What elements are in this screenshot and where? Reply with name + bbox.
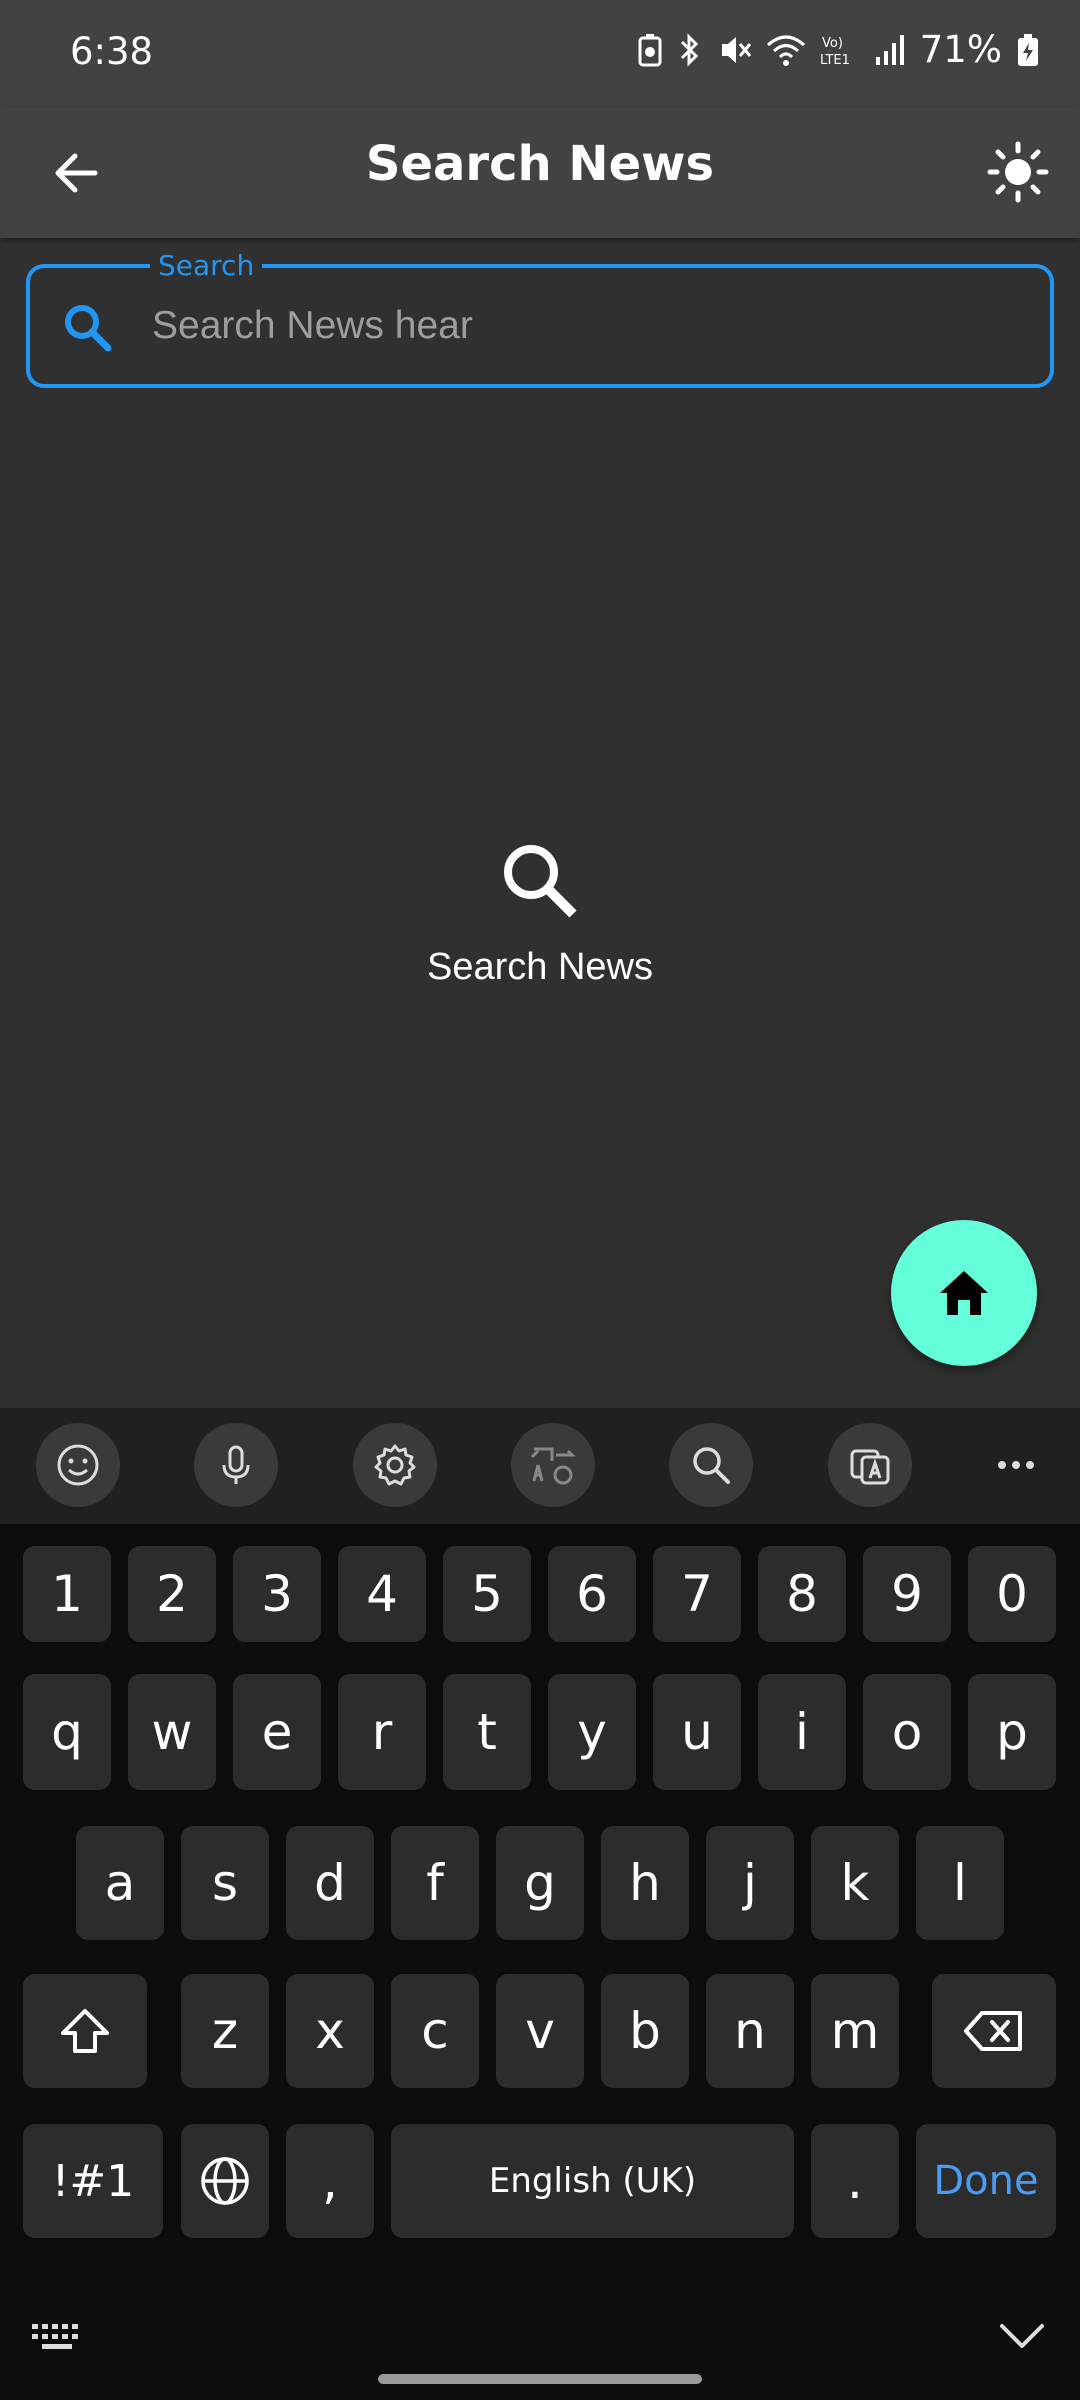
key-k[interactable]: k <box>811 1826 899 1940</box>
symbols-key[interactable]: !#1 <box>23 2124 163 2238</box>
sun-icon <box>987 141 1049 203</box>
backspace-key[interactable] <box>932 1974 1056 2088</box>
status-time: 6:38 <box>70 30 154 73</box>
shift-key[interactable] <box>23 1974 147 2088</box>
microphone-icon <box>222 1445 250 1484</box>
key-u[interactable]: u <box>653 1674 741 1790</box>
key-e[interactable]: e <box>233 1674 321 1790</box>
key-o[interactable]: o <box>863 1674 951 1790</box>
key-h[interactable]: h <box>601 1826 689 1940</box>
home-indicator[interactable] <box>378 2374 702 2384</box>
app-bar: Search News <box>0 108 1080 238</box>
language-key[interactable] <box>181 2124 269 2238</box>
key-q[interactable]: q <box>23 1674 111 1790</box>
key-i[interactable]: i <box>758 1674 846 1790</box>
search-field[interactable]: Search <box>26 248 1054 388</box>
keyboard-icon <box>32 2324 78 2349</box>
svg-text:LTE1: LTE1 <box>820 53 850 68</box>
key-8[interactable]: 8 <box>758 1546 846 1642</box>
space-key[interactable]: English (UK) <box>391 2124 794 2238</box>
key-g[interactable]: g <box>496 1826 584 1940</box>
key-d[interactable]: d <box>286 1826 374 1940</box>
key-p[interactable]: p <box>968 1674 1056 1790</box>
wifi-icon <box>766 35 805 66</box>
key-y[interactable]: y <box>548 1674 636 1790</box>
key-b[interactable]: b <box>601 1974 689 2088</box>
search-icon <box>495 836 585 926</box>
key-0[interactable]: 0 <box>968 1546 1056 1642</box>
bluetooth-icon <box>680 32 698 67</box>
image-translate-button[interactable] <box>828 1423 912 1507</box>
keyboard-switch-button[interactable] <box>30 2320 86 2360</box>
key-9[interactable]: 9 <box>863 1546 951 1642</box>
home-icon <box>940 1271 988 1315</box>
home-fab-button[interactable] <box>891 1220 1037 1366</box>
key-6[interactable]: 6 <box>548 1546 636 1642</box>
key-c[interactable]: c <box>391 1974 479 2088</box>
settings-icon <box>374 1444 416 1486</box>
keyboard-toolbar <box>0 1408 1080 1524</box>
comma-key[interactable]: , <box>286 2124 374 2238</box>
theme-toggle-button[interactable] <box>978 132 1058 212</box>
key-x[interactable]: x <box>286 1974 374 2088</box>
keyboard-settings-button[interactable] <box>353 1423 437 1507</box>
key-m[interactable]: m <box>811 1974 899 2088</box>
key-j[interactable]: j <box>706 1826 794 1940</box>
mute-icon <box>721 36 751 63</box>
signal-icon <box>875 34 904 65</box>
key-f[interactable]: f <box>391 1826 479 1940</box>
battery-saver-icon <box>638 33 662 66</box>
emoji-button[interactable] <box>36 1423 120 1507</box>
key-4[interactable]: 4 <box>338 1546 426 1642</box>
key-r[interactable]: r <box>338 1674 426 1790</box>
search-icon <box>693 1447 730 1484</box>
status-icons: Vo) LTE1 71% <box>638 28 1040 71</box>
key-3[interactable]: 3 <box>233 1546 321 1642</box>
search-tool-button[interactable] <box>669 1423 753 1507</box>
lte-icon: Vo) LTE1 <box>820 36 850 68</box>
svg-text:Vo): Vo) <box>822 36 843 51</box>
key-1[interactable]: 1 <box>23 1546 111 1642</box>
globe-icon <box>201 2157 249 2205</box>
battery-charging-icon <box>1018 33 1038 66</box>
done-key[interactable]: Done <box>916 2124 1056 2238</box>
more-icon <box>998 1461 1034 1469</box>
chevron-down-icon <box>1000 2324 1044 2348</box>
key-v[interactable]: v <box>496 1974 584 2088</box>
more-options-button[interactable] <box>974 1423 1058 1507</box>
key-s[interactable]: s <box>181 1826 269 1940</box>
key-2[interactable]: 2 <box>128 1546 216 1642</box>
key-n[interactable]: n <box>706 1974 794 2088</box>
emoji-icon <box>57 1444 99 1486</box>
key-w[interactable]: w <box>128 1674 216 1790</box>
key-z[interactable]: z <box>181 1974 269 2088</box>
key-5[interactable]: 5 <box>443 1546 531 1642</box>
key-t[interactable]: t <box>443 1674 531 1790</box>
hide-keyboard-button[interactable] <box>998 2316 1046 2360</box>
voice-input-button[interactable] <box>194 1423 278 1507</box>
page-title: Search News <box>365 136 715 192</box>
status-bar: 6:38 Vo) LTE1 71% <box>0 0 1080 108</box>
image-translate-icon <box>850 1449 890 1485</box>
key-a[interactable]: a <box>76 1826 164 1940</box>
battery-percent: 71% <box>919 28 1002 71</box>
period-key[interactable]: . <box>811 2124 899 2238</box>
key-l[interactable]: l <box>916 1826 1004 1940</box>
keyboard <box>0 1524 1080 2400</box>
translate-button[interactable] <box>511 1423 595 1507</box>
search-input[interactable] <box>152 290 1012 362</box>
backspace-icon <box>964 2011 1022 2051</box>
empty-state-text: Search News <box>427 946 653 988</box>
translate-icon <box>530 1447 576 1485</box>
search-label: Search <box>150 248 263 284</box>
key-7[interactable]: 7 <box>653 1546 741 1642</box>
shift-icon <box>61 2009 109 2053</box>
search-icon <box>60 300 116 356</box>
